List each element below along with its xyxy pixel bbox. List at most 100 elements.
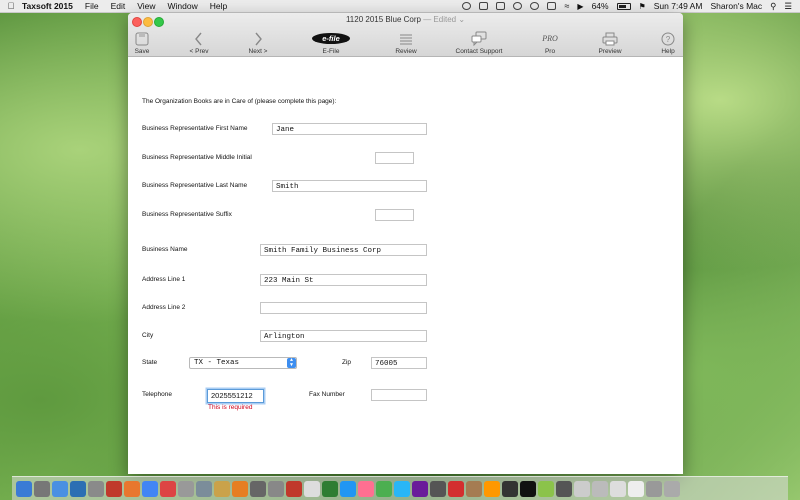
dock-app-icon[interactable] <box>250 480 266 497</box>
city-field[interactable]: Arlington <box>260 330 427 342</box>
user-name[interactable]: Sharon's Mac <box>710 1 762 11</box>
dock-app-icon[interactable] <box>610 480 626 497</box>
dock-app-icon[interactable] <box>232 480 248 497</box>
contact-support-button[interactable]: Contact Support <box>453 27 505 55</box>
menu-edit[interactable]: Edit <box>111 1 126 11</box>
save-button[interactable]: Save <box>132 27 152 55</box>
dock-app-icon[interactable] <box>106 480 122 497</box>
dock-app-icon[interactable] <box>124 480 140 497</box>
dock-app-icon[interactable] <box>646 480 662 497</box>
dock-app-icon[interactable] <box>502 480 518 497</box>
select-arrows-icon[interactable]: ▲ ▼ <box>287 358 296 368</box>
help-button[interactable]: ? Help <box>658 27 678 55</box>
dock-app-icon[interactable] <box>304 480 320 497</box>
dock-app-icon[interactable] <box>268 480 284 497</box>
status-icon[interactable] <box>496 2 506 10</box>
telephone-field[interactable]: 2025551212 <box>207 389 264 403</box>
battery-icon[interactable] <box>616 2 631 10</box>
last-name-field[interactable]: Smith <box>272 180 427 192</box>
menu-view[interactable]: View <box>137 1 155 11</box>
telephone-error: This is required <box>208 404 253 411</box>
dock-app-icon[interactable] <box>592 480 608 497</box>
spotlight-icon[interactable]: ⚲ <box>770 1 776 12</box>
dock-app-icon[interactable] <box>538 480 554 497</box>
dock-app-icon[interactable] <box>664 480 680 497</box>
clock[interactable]: Sun 7:49 AM <box>654 1 703 11</box>
first-name-label: Business Representative First Name <box>142 125 248 132</box>
dock-app-icon[interactable] <box>484 480 500 497</box>
bluetooth-icon[interactable] <box>547 2 557 10</box>
business-name-field[interactable]: Smith Family Business Corp <box>260 244 427 256</box>
middle-initial-label: Business Representative Middle Initial <box>142 154 252 161</box>
dock-app-icon[interactable] <box>160 480 176 497</box>
menu-help[interactable]: Help <box>210 1 227 11</box>
dock-app-icon[interactable] <box>358 480 374 497</box>
state-select[interactable]: TX - Texas ▲ ▼ <box>189 357 297 369</box>
zip-field[interactable]: 76005 <box>371 357 427 369</box>
dock-app-icon[interactable] <box>394 480 410 497</box>
prev-button[interactable]: < Prev <box>186 27 212 55</box>
dock-app-icon[interactable] <box>52 480 68 497</box>
dock-app-icon[interactable] <box>16 480 32 497</box>
battery-percent[interactable]: 64% <box>592 1 609 11</box>
menu-window[interactable]: Window <box>168 1 198 11</box>
dock-app-icon[interactable] <box>142 480 158 497</box>
menu-file[interactable]: File <box>85 1 99 11</box>
middle-initial-field[interactable] <box>375 152 414 164</box>
list-icon <box>399 30 413 47</box>
pro-button[interactable]: PRO Pro <box>538 27 562 55</box>
state-value: TX - Texas <box>194 359 240 367</box>
status-icon[interactable] <box>479 2 489 10</box>
dock-app-icon[interactable] <box>178 480 194 497</box>
apple-icon[interactable]:  <box>0 1 22 11</box>
address1-label: Address Line 1 <box>142 276 186 283</box>
efile-button[interactable]: e-file E-File <box>303 27 359 55</box>
dock-app-icon[interactable] <box>466 480 482 497</box>
status-icon[interactable] <box>513 2 523 10</box>
dock-app-icon[interactable] <box>214 480 230 497</box>
help-icon: ? <box>661 30 675 47</box>
first-name-field[interactable]: Jane <box>272 123 427 135</box>
dock-app-icon[interactable] <box>196 480 212 497</box>
status-icon[interactable] <box>462 2 472 10</box>
dock-app-icon[interactable] <box>34 480 50 497</box>
save-label: Save <box>134 48 150 55</box>
wifi-icon[interactable]: ≈ <box>564 1 569 11</box>
volume-icon[interactable]: ▶ <box>577 2 583 11</box>
dock-app-icon[interactable] <box>430 480 446 497</box>
title-bar: 1120 2015 Blue Corp — Edited ⌄ Save < Pr… <box>128 13 683 57</box>
fax-field[interactable] <box>371 389 427 401</box>
review-button[interactable]: Review <box>393 27 419 55</box>
edited-status[interactable]: — Edited ⌄ <box>423 15 465 24</box>
business-name-label: Business Name <box>142 246 188 253</box>
dock-app-icon[interactable] <box>520 480 536 497</box>
preview-button[interactable]: Preview <box>596 27 624 55</box>
printer-icon <box>602 30 618 47</box>
menu-app-name[interactable]: Taxsoft 2015 <box>22 1 73 11</box>
dock-app-icon[interactable] <box>376 480 392 497</box>
dock-app-icon[interactable] <box>628 480 644 497</box>
input-flag-icon[interactable]: ⚑ <box>639 2 646 11</box>
notification-center-icon[interactable]: ☰ <box>784 1 792 12</box>
dock-app-icon[interactable] <box>88 480 104 497</box>
dock-app-icon[interactable] <box>412 480 428 497</box>
chat-icon <box>471 30 487 47</box>
time-machine-icon[interactable] <box>530 2 540 10</box>
zip-label: Zip <box>342 359 352 366</box>
next-button[interactable]: Next > <box>245 27 271 55</box>
dock-app-icon[interactable] <box>556 480 572 497</box>
dock-app-icon[interactable] <box>574 480 590 497</box>
svg-text:?: ? <box>666 35 671 44</box>
dock-app-icon[interactable] <box>448 480 464 497</box>
state-label: State <box>142 359 158 366</box>
chevron-left-icon <box>194 30 204 47</box>
address1-field[interactable]: 223 Main St <box>260 274 427 286</box>
dock-app-icon[interactable] <box>322 480 338 497</box>
address2-field[interactable] <box>260 302 427 314</box>
dock <box>12 476 788 500</box>
dock-app-icon[interactable] <box>340 480 356 497</box>
suffix-field[interactable] <box>375 209 414 221</box>
suffix-label: Business Representative Suffix <box>142 211 232 218</box>
dock-app-icon[interactable] <box>286 480 302 497</box>
dock-app-icon[interactable] <box>70 480 86 497</box>
